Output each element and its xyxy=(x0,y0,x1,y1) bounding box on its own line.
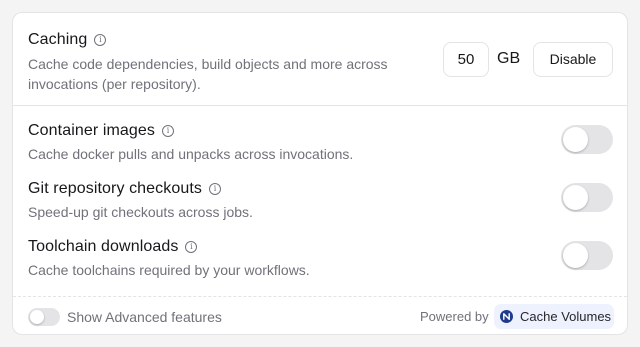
feature-title-row: Git repository checkouts i xyxy=(28,180,222,198)
toggle-knob xyxy=(563,243,588,268)
caching-settings-card: Caching i Cache code dependencies, build… xyxy=(12,12,628,335)
git-checkouts-toggle[interactable] xyxy=(561,183,613,212)
feature-title-row: Toolchain downloads i xyxy=(28,238,198,256)
feature-container-images: Container images i Cache docker pulls an… xyxy=(13,122,627,180)
disable-button[interactable]: Disable xyxy=(533,42,613,77)
toolchain-downloads-toggle[interactable] xyxy=(561,241,613,270)
feature-git-checkouts: Git repository checkouts i Speed-up git … xyxy=(13,180,627,238)
settings-footer: Show Advanced features Powered by Cache … xyxy=(13,296,627,334)
cache-volumes-logo-icon xyxy=(500,310,513,323)
toggle-knob xyxy=(563,185,588,210)
advanced-features-toggle[interactable] xyxy=(28,308,60,326)
container-images-toggle[interactable] xyxy=(561,125,613,154)
toggle-knob xyxy=(30,310,44,324)
feature-description: Cache toolchains required by your workfl… xyxy=(28,262,310,278)
caching-title: Caching xyxy=(28,31,88,48)
feature-title: Git repository checkouts xyxy=(28,180,203,197)
info-icon[interactable]: i xyxy=(162,125,174,137)
caching-title-row: Caching i xyxy=(28,31,107,49)
cache-volumes-badge[interactable]: Cache Volumes xyxy=(494,304,614,329)
info-icon[interactable]: i xyxy=(94,34,107,46)
logo-glyph-icon xyxy=(503,313,510,320)
powered-by-label: Powered by xyxy=(420,309,489,324)
cache-size-unit: GB xyxy=(497,50,521,67)
feature-toolchain-downloads: Toolchain downloads i Cache toolchains r… xyxy=(13,238,627,296)
feature-description: Cache docker pulls and unpacks across in… xyxy=(28,146,354,162)
info-icon[interactable]: i xyxy=(185,241,198,253)
feature-title: Toolchain downloads xyxy=(28,238,179,255)
cache-size-input[interactable]: 50 xyxy=(443,42,489,77)
info-icon[interactable]: i xyxy=(209,183,222,195)
feature-title: Container images xyxy=(28,122,155,139)
feature-description: Speed-up git checkouts across jobs. xyxy=(28,204,253,220)
feature-title-row: Container images i xyxy=(28,122,174,140)
cache-volumes-label: Cache Volumes xyxy=(520,309,612,324)
advanced-features-label[interactable]: Show Advanced features xyxy=(67,309,222,325)
toggle-knob xyxy=(563,127,588,152)
caching-description: Cache code dependencies, build objects a… xyxy=(28,56,388,92)
caching-section: Caching i Cache code dependencies, build… xyxy=(13,13,627,106)
